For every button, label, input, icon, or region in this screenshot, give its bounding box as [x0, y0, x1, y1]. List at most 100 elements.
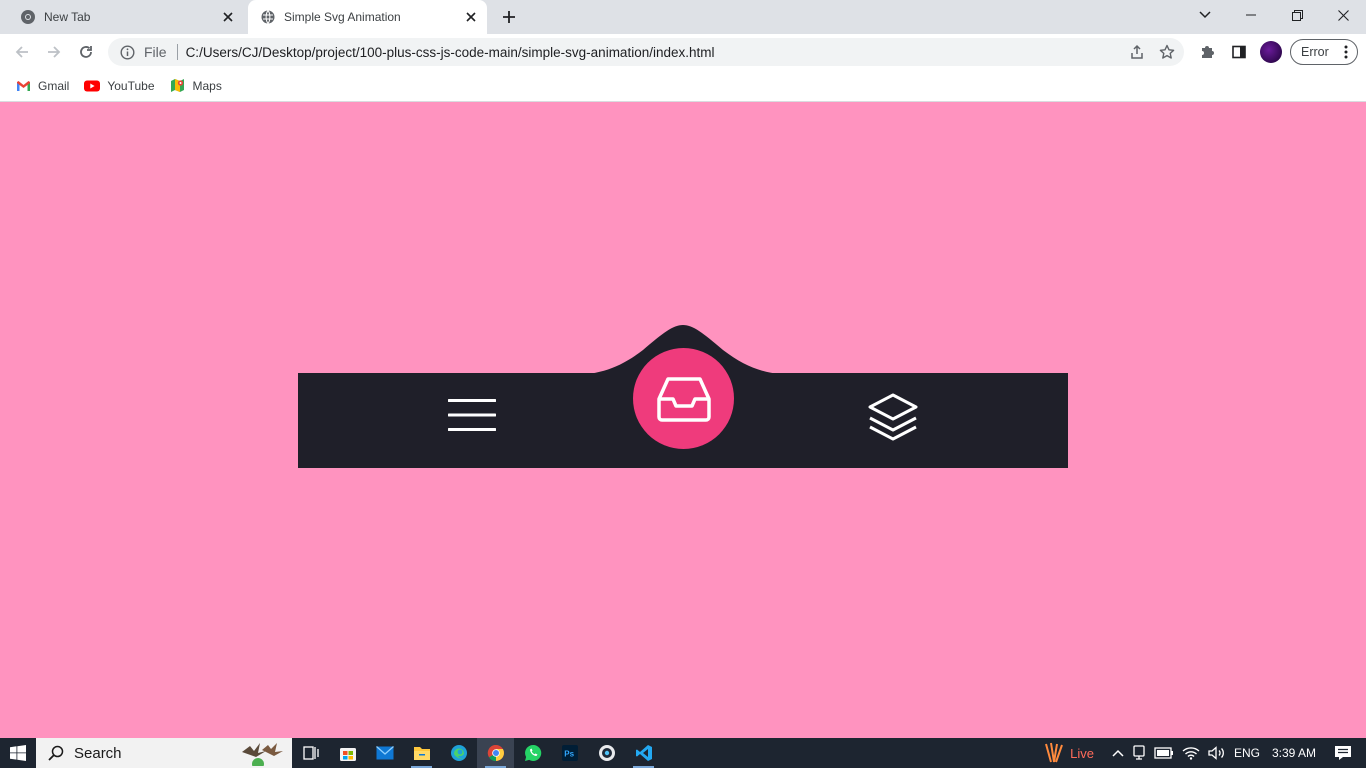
forward-arrow-icon — [48, 46, 61, 58]
taskbar-mail[interactable] — [366, 738, 403, 768]
side-panel-icon — [1232, 45, 1246, 59]
clock[interactable]: 3:39 AM — [1264, 738, 1328, 768]
bookmark-youtube[interactable]: YouTube — [84, 78, 155, 94]
profile-avatar[interactable] — [1260, 41, 1282, 63]
language-indicator[interactable]: ENG — [1230, 738, 1264, 768]
layers-button[interactable] — [866, 391, 920, 443]
battery-button[interactable] — [1150, 738, 1178, 768]
whatsapp-icon — [524, 744, 541, 761]
back-button[interactable] — [9, 39, 35, 65]
url-text[interactable]: C:/Users/CJ/Desktop/project/100-plus-css… — [186, 45, 1124, 60]
taskbar-chrome[interactable] — [477, 738, 514, 768]
language-label: ENG — [1233, 746, 1260, 760]
info-icon[interactable] — [118, 43, 136, 61]
taskbar-app[interactable] — [588, 738, 625, 768]
restore-icon — [1291, 9, 1303, 21]
search-label: Search — [74, 744, 122, 762]
windows-icon — [10, 745, 26, 761]
taskbar-vscode[interactable] — [625, 738, 662, 768]
meet-now-button[interactable] — [1128, 738, 1150, 768]
minimize-icon — [1246, 14, 1256, 16]
file-explorer-icon — [413, 747, 430, 760]
restore-button[interactable] — [1274, 0, 1320, 30]
share-icon[interactable] — [1124, 39, 1150, 65]
live-widget[interactable]: Live — [1038, 738, 1108, 768]
tab-title: Simple Svg Animation — [284, 10, 401, 24]
globe-icon — [260, 9, 276, 25]
bookmark-maps[interactable]: Maps — [170, 78, 222, 94]
menu-button[interactable] — [446, 395, 498, 435]
side-panel-button[interactable] — [1226, 39, 1252, 65]
system-tray: Live ENG 3:39 AM — [1038, 738, 1366, 768]
bookmark-label: YouTube — [107, 78, 155, 93]
tab-title: New Tab — [44, 10, 91, 24]
wifi-icon — [1182, 747, 1200, 760]
store-icon — [339, 748, 356, 761]
speaker-icon — [1208, 746, 1224, 760]
taskbar-search[interactable]: Search — [36, 738, 292, 768]
taskbar-file-explorer[interactable] — [403, 738, 440, 768]
live-widget-icon — [1045, 742, 1064, 763]
edge-icon — [450, 745, 467, 761]
plus-icon — [503, 11, 515, 23]
search-icon — [48, 745, 64, 761]
notification-icon — [1335, 746, 1351, 760]
svg-text:Ps: Ps — [564, 750, 574, 759]
tab-simple-svg-animation[interactable]: Simple Svg Animation — [248, 0, 487, 34]
notifications-button[interactable] — [1328, 738, 1366, 768]
youtube-icon — [84, 78, 101, 94]
tab-new-tab[interactable]: New Tab — [8, 0, 244, 34]
battery-icon — [1154, 747, 1173, 759]
tab-search-button[interactable] — [1194, 5, 1216, 25]
close-icon — [1337, 9, 1349, 21]
bookmark-star-icon[interactable] — [1154, 39, 1180, 65]
browser-toolbar: File C:/Users/CJ/Desktop/project/100-plu… — [0, 34, 1366, 70]
taskbar-store[interactable] — [329, 738, 366, 768]
error-label: Error — [1301, 45, 1329, 59]
inbox-button[interactable] — [633, 348, 734, 449]
close-window-button[interactable] — [1320, 0, 1366, 30]
close-tab-icon[interactable] — [218, 7, 238, 27]
chevron-up-icon — [1112, 749, 1124, 757]
taskbar-edge[interactable] — [440, 738, 477, 768]
close-tab-icon[interactable] — [461, 7, 481, 27]
maps-icon — [170, 78, 186, 94]
address-divider — [176, 44, 178, 60]
reload-button[interactable] — [73, 39, 99, 65]
volume-button[interactable] — [1204, 738, 1230, 768]
taskbar-whatsapp[interactable] — [514, 738, 551, 768]
chrome-icon — [487, 744, 504, 762]
start-button[interactable] — [0, 738, 36, 768]
extensions-button[interactable] — [1194, 39, 1220, 65]
gmail-icon — [15, 78, 31, 94]
photoshop-icon: Ps — [561, 745, 578, 761]
minimize-button[interactable] — [1228, 0, 1274, 30]
tab-strip: New Tab Simple Svg Animation — [0, 0, 1366, 34]
show-hidden-icons-button[interactable] — [1108, 738, 1128, 768]
address-bar[interactable]: File C:/Users/CJ/Desktop/project/100-plu… — [108, 38, 1184, 66]
menu-icon — [448, 399, 496, 431]
network-button[interactable] — [1178, 738, 1204, 768]
windows-taskbar: Search Ps Live ENG 3:39 AM — [0, 738, 1366, 768]
clock-time: 3:39 AM — [1271, 746, 1316, 760]
bookmark-label: Gmail — [38, 78, 70, 93]
profile-error-button[interactable]: Error — [1290, 39, 1358, 65]
mail-icon — [375, 746, 394, 760]
task-view-button[interactable] — [292, 738, 329, 768]
reload-icon — [80, 46, 92, 58]
forward-button[interactable] — [41, 39, 67, 65]
taskbar-photoshop[interactable]: Ps — [551, 738, 588, 768]
bookmark-gmail[interactable]: Gmail — [15, 78, 69, 94]
new-tab-button[interactable] — [498, 6, 520, 28]
live-label: Live — [1070, 745, 1094, 761]
bookmarks-bar: Gmail YouTube Maps — [0, 70, 1366, 102]
puzzle-icon — [1202, 46, 1214, 58]
more-menu-icon — [1344, 45, 1348, 59]
chevron-down-icon — [1199, 11, 1211, 19]
chrome-icon — [20, 9, 36, 25]
app-icon — [598, 745, 615, 761]
bottom-navigation — [298, 325, 1068, 468]
url-scheme-label: File — [144, 44, 167, 60]
vscode-icon — [635, 745, 652, 761]
inbox-icon — [656, 376, 711, 422]
